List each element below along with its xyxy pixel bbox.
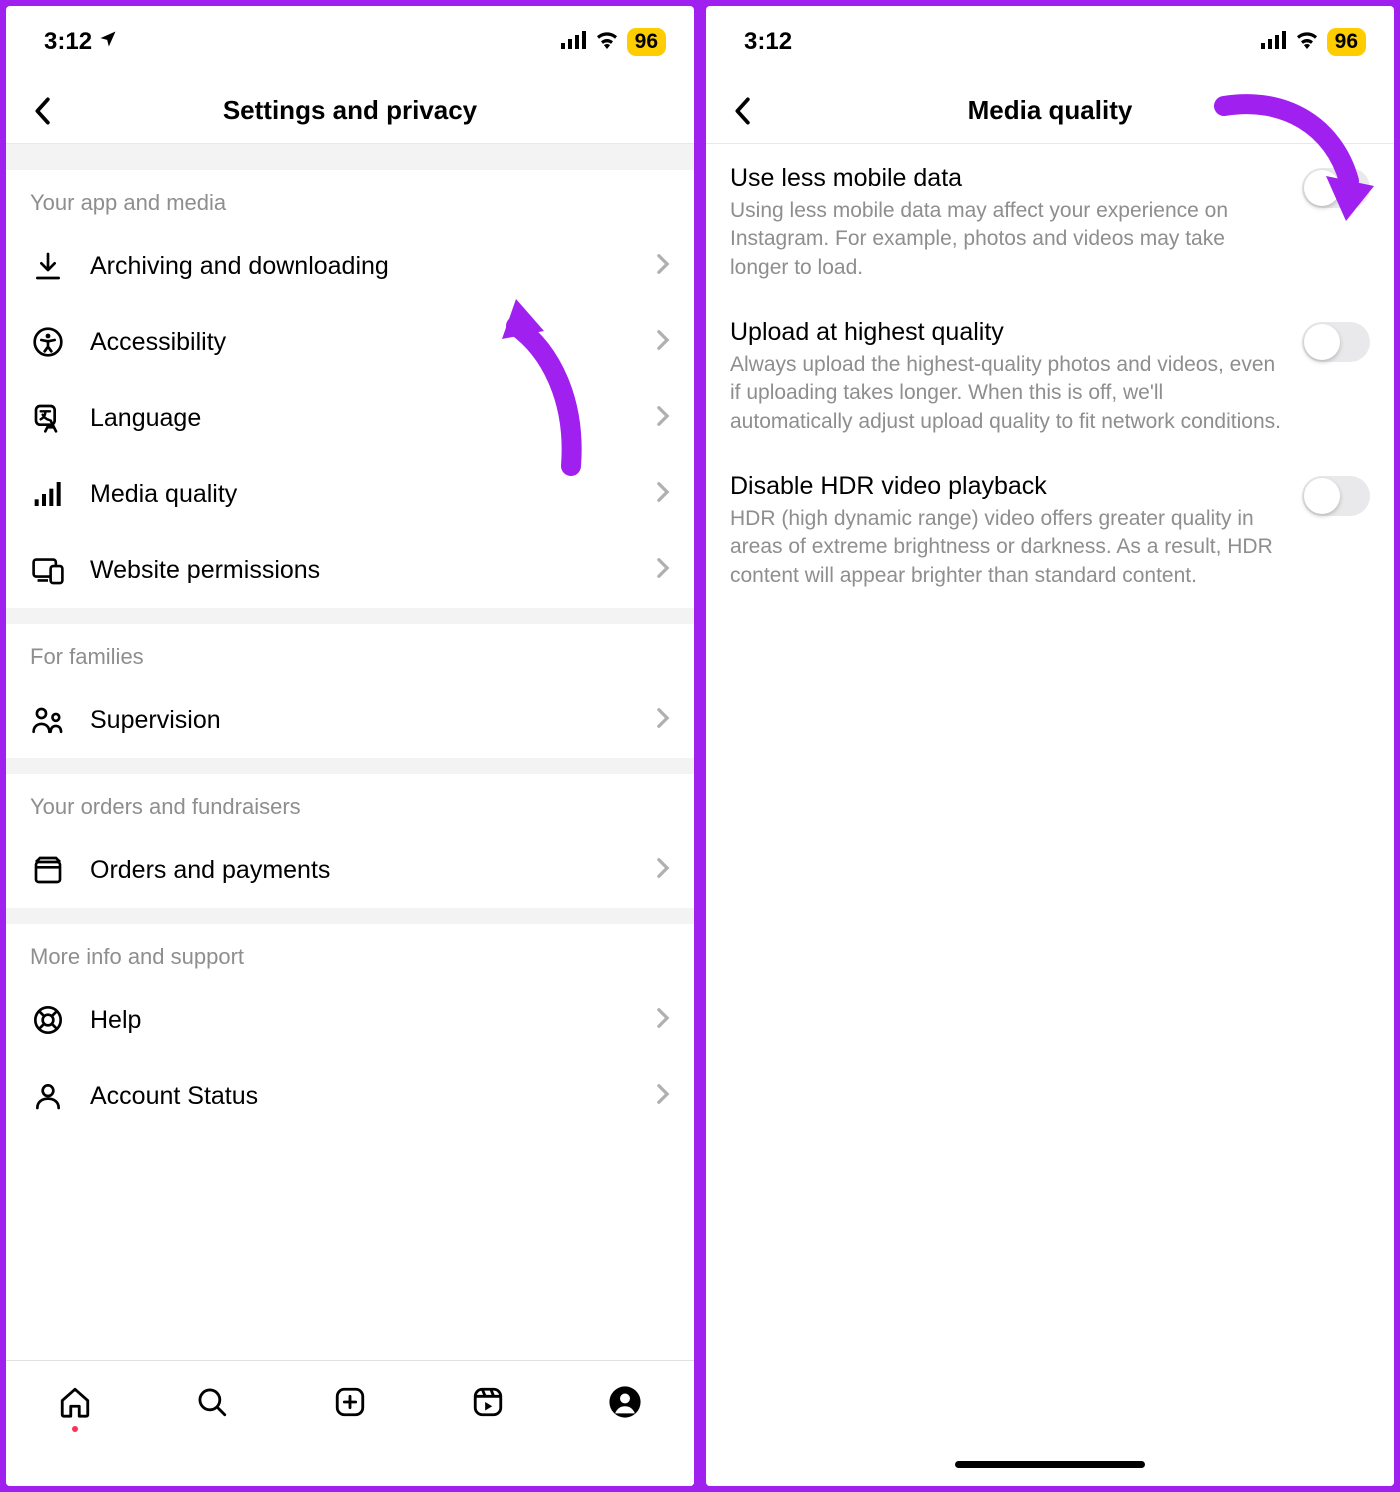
row-label: Accessibility [90, 328, 632, 357]
phone-left-settings: 3:12 96 Settings and privacy Your app an… [6, 6, 694, 1486]
row-website-permissions[interactable]: Website permissions [6, 532, 694, 608]
cellular-bars-icon [30, 476, 66, 512]
toggle-upload-highest[interactable] [1302, 322, 1370, 362]
row-archiving[interactable]: Archiving and downloading [6, 228, 694, 304]
back-button[interactable] [724, 93, 760, 129]
language-icon [30, 400, 66, 436]
status-time: 3:12 [44, 28, 92, 56]
chevron-right-icon [656, 1083, 670, 1110]
toggle-row-disable-hdr: Disable HDR video playback HDR (high dyn… [706, 452, 1394, 606]
toggle-title: Disable HDR video playback [730, 472, 1284, 501]
tab-home[interactable] [51, 1378, 99, 1426]
page-title: Media quality [968, 95, 1133, 126]
supervision-icon [30, 702, 66, 738]
media-quality-content: Use less mobile data Using less mobile d… [706, 144, 1394, 1442]
status-bar: 3:12 96 [706, 6, 1394, 78]
toggle-desc: Using less mobile data may affect your e… [730, 197, 1284, 282]
chevron-right-icon [656, 481, 670, 508]
download-icon [30, 248, 66, 284]
row-label: Archiving and downloading [90, 252, 632, 281]
battery-badge: 96 [1327, 28, 1366, 56]
toggle-desc: Always upload the highest-quality photos… [730, 351, 1284, 436]
row-label: Help [90, 1006, 632, 1035]
chevron-right-icon [656, 405, 670, 432]
tab-bar [6, 1360, 694, 1442]
settings-content: Your app and media Archiving and downloa… [6, 144, 694, 1360]
status-time: 3:12 [744, 28, 792, 56]
toggle-row-upload-highest: Upload at highest quality Always upload … [706, 298, 1394, 452]
tab-reels[interactable] [464, 1378, 512, 1426]
orders-icon [30, 852, 66, 888]
row-accessibility[interactable]: Accessibility [6, 304, 694, 380]
section-header-app-media: Your app and media [6, 170, 694, 228]
back-button[interactable] [24, 93, 60, 129]
home-indicator-area [706, 1442, 1394, 1486]
row-label: Language [90, 404, 632, 433]
battery-badge: 96 [627, 28, 666, 56]
toggle-title: Upload at highest quality [730, 318, 1284, 347]
home-indicator[interactable] [955, 1461, 1145, 1468]
accessibility-icon [30, 324, 66, 360]
row-orders[interactable]: Orders and payments [6, 832, 694, 908]
location-icon [98, 28, 118, 56]
cellular-icon [561, 28, 587, 56]
toggle-desc: HDR (high dynamic range) video offers gr… [730, 505, 1284, 590]
cellular-icon [1261, 28, 1287, 56]
wifi-icon [595, 28, 619, 56]
devices-icon [30, 552, 66, 588]
row-media-quality[interactable]: Media quality [6, 456, 694, 532]
tab-search[interactable] [188, 1378, 236, 1426]
chevron-right-icon [656, 857, 670, 884]
row-label: Account Status [90, 1082, 632, 1111]
row-language[interactable]: Language [6, 380, 694, 456]
nav-header: Media quality [706, 78, 1394, 144]
row-label: Orders and payments [90, 856, 632, 885]
toggle-disable-hdr[interactable] [1302, 476, 1370, 516]
chevron-right-icon [656, 1007, 670, 1034]
section-header-families: For families [6, 624, 694, 682]
status-bar: 3:12 96 [6, 6, 694, 78]
help-icon [30, 1002, 66, 1038]
tab-profile[interactable] [601, 1378, 649, 1426]
toggle-title: Use less mobile data [730, 164, 1284, 193]
chevron-right-icon [656, 557, 670, 584]
wifi-icon [1295, 28, 1319, 56]
toggle-use-less-data[interactable] [1302, 168, 1370, 208]
section-header-support: More info and support [6, 924, 694, 982]
chevron-right-icon [656, 707, 670, 734]
row-help[interactable]: Help [6, 982, 694, 1058]
row-account-status[interactable]: Account Status [6, 1058, 694, 1134]
chevron-right-icon [656, 253, 670, 280]
person-icon [30, 1078, 66, 1114]
row-label: Media quality [90, 480, 632, 509]
row-supervision[interactable]: Supervision [6, 682, 694, 758]
nav-header: Settings and privacy [6, 78, 694, 144]
tab-create[interactable] [326, 1378, 374, 1426]
row-label: Supervision [90, 706, 632, 735]
toggle-row-use-less-data: Use less mobile data Using less mobile d… [706, 144, 1394, 298]
chevron-right-icon [656, 329, 670, 356]
row-label: Website permissions [90, 556, 632, 585]
page-title: Settings and privacy [223, 95, 477, 126]
section-header-orders: Your orders and fundraisers [6, 774, 694, 832]
phone-right-media-quality: 3:12 96 Media quality Use less mobile da… [706, 6, 1394, 1486]
